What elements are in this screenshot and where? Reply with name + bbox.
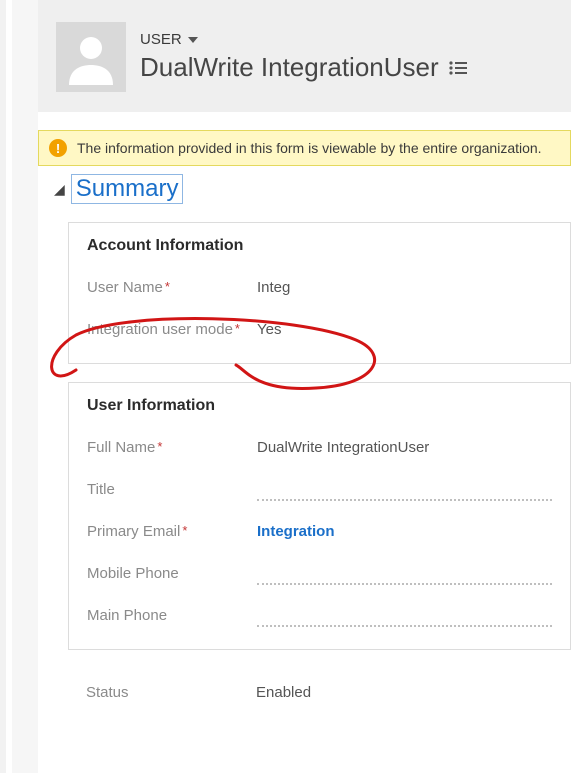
account-information-card: Account Information User Name* Integ Int…	[68, 222, 571, 364]
field-full-name[interactable]: Full Name* DualWrite IntegrationUser	[87, 429, 552, 471]
user-name-value[interactable]: Integ	[257, 279, 552, 301]
user-name-label: User Name*	[87, 279, 257, 298]
field-status: Status Enabled	[86, 674, 553, 716]
record-title-row: DualWrite IntegrationUser	[140, 52, 553, 83]
summary-heading: Summary	[71, 174, 184, 204]
breadcrumb-label: USER	[140, 31, 182, 48]
integration-user-mode-label: Integration user mode*	[87, 321, 257, 340]
info-notification: ! The information provided in this form …	[38, 130, 571, 166]
field-user-name[interactable]: User Name* Integ	[87, 269, 552, 311]
page-root: USER DualWrite IntegrationUser ! The inf…	[0, 0, 571, 773]
entity-breadcrumb[interactable]: USER	[140, 31, 553, 48]
list-menu-button[interactable]	[449, 61, 467, 75]
field-primary-email[interactable]: Primary Email* Integration	[87, 513, 552, 555]
required-icon: *	[157, 439, 162, 454]
list-icon	[449, 61, 467, 75]
full-name-label: Full Name*	[87, 439, 257, 458]
required-icon: *	[182, 523, 187, 538]
title-label: Title	[87, 481, 257, 500]
required-icon: *	[165, 279, 170, 294]
primary-email-value[interactable]: Integration	[257, 523, 552, 545]
warning-icon: !	[49, 139, 67, 157]
mobile-phone-label: Mobile Phone	[87, 565, 257, 584]
avatar	[56, 22, 126, 92]
account-info-title: Account Information	[87, 237, 552, 255]
field-title[interactable]: Title	[87, 471, 552, 513]
field-main-phone[interactable]: Main Phone	[87, 597, 552, 639]
primary-email-label: Primary Email*	[87, 523, 257, 542]
user-icon	[63, 29, 119, 85]
field-integration-user-mode[interactable]: Integration user mode* Yes	[87, 311, 552, 353]
status-value: Enabled	[256, 684, 553, 706]
required-icon: *	[235, 321, 240, 336]
user-info-title: User Information	[87, 397, 552, 415]
record-header: USER DualWrite IntegrationUser	[38, 0, 571, 112]
status-label: Status	[86, 684, 256, 703]
left-gutter	[12, 0, 38, 773]
full-name-value[interactable]: DualWrite IntegrationUser	[257, 439, 552, 461]
mobile-phone-value[interactable]	[257, 565, 552, 587]
header-text: USER DualWrite IntegrationUser	[140, 31, 553, 83]
collapse-caret-icon: ◢	[54, 181, 65, 198]
chevron-down-icon	[188, 37, 198, 43]
status-row-container: Status Enabled	[68, 668, 571, 726]
integration-user-mode-value[interactable]: Yes	[257, 321, 552, 343]
field-mobile-phone[interactable]: Mobile Phone	[87, 555, 552, 597]
main-phone-value[interactable]	[257, 607, 552, 629]
title-value[interactable]	[257, 481, 552, 503]
notification-text: The information provided in this form is…	[77, 140, 542, 156]
record-title: DualWrite IntegrationUser	[140, 52, 439, 83]
user-information-card: User Information Full Name* DualWrite In…	[68, 382, 571, 650]
main-phone-label: Main Phone	[87, 607, 257, 626]
summary-section-header[interactable]: ◢ Summary	[54, 174, 571, 204]
